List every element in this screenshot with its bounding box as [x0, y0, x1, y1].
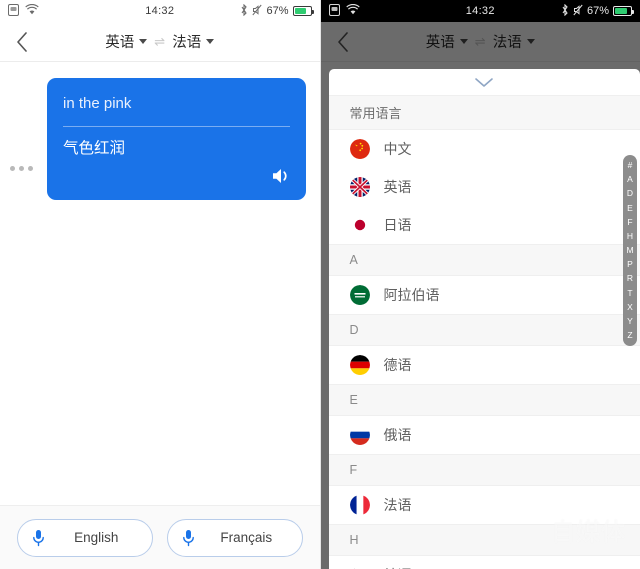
mic-button-source[interactable]: English: [16, 518, 153, 557]
index-letter[interactable]: P: [627, 258, 633, 271]
translated-text: 气色红润: [63, 140, 126, 157]
back-button[interactable]: [0, 31, 44, 52]
list-item[interactable]: 英语: [328, 168, 640, 206]
list-item[interactable]: 阿拉伯语: [328, 276, 640, 314]
list-item[interactable]: 法语: [328, 486, 640, 524]
translation-card[interactable]: in the pink 气色红润: [47, 78, 306, 200]
section-header-d: D: [328, 314, 640, 346]
list-item-label: 韩语: [384, 565, 412, 569]
list-item[interactable]: 德语: [328, 346, 640, 384]
chevron-down-icon: [139, 39, 148, 44]
status-bar-clock: 14:32: [465, 5, 495, 17]
flag-china-icon: [349, 139, 370, 159]
collapse-sheet-button[interactable]: [329, 69, 640, 95]
list-item-label: 德语: [383, 357, 412, 373]
list-item[interactable]: 韩语: [328, 556, 640, 569]
flag-germany-icon: [349, 355, 370, 375]
card-divider: [63, 126, 290, 127]
list-item-label: 法语: [383, 497, 412, 513]
target-language-button[interactable]: 法语: [172, 31, 215, 52]
list-item-label: 中文: [383, 141, 412, 157]
section-header-a: A: [328, 244, 640, 276]
battery-icon: [292, 6, 314, 16]
language-picker-sheet: 常用语言 中文 英语 日语 A 阿拉伯语 D 德语 E 俄语 F 法语 H 自媒…: [328, 69, 640, 569]
battery-icon: [613, 6, 634, 16]
common-languages-header: 常用语言: [328, 95, 640, 130]
index-letter[interactable]: Y: [627, 315, 633, 328]
index-letter[interactable]: R: [627, 272, 633, 285]
index-letter[interactable]: M: [626, 244, 633, 257]
list-item-label: 日语: [383, 217, 412, 233]
index-letter[interactable]: A: [627, 173, 633, 186]
chevron-down-icon: [206, 39, 215, 44]
chevron-down-icon: [475, 77, 494, 87]
index-letter[interactable]: #: [628, 159, 633, 172]
speaker-icon[interactable]: [271, 167, 293, 190]
list-item-label: 阿拉伯语: [383, 287, 440, 303]
screenshot-root: 14:32 67% 英语 ⇌ 法语 in the pink 气色红润 Engli…: [0, 0, 640, 569]
nav-header-left: 英语 ⇌ 法语: [0, 22, 320, 62]
status-bar-right: 14:32 67%: [320, 0, 640, 22]
phone-screen-language-picker: 14:32 67% 英语 ⇌: [320, 0, 640, 569]
microphone-icon: [182, 529, 194, 546]
source-language-label: 英语: [105, 35, 135, 51]
index-letter[interactable]: X: [627, 301, 633, 314]
phone-screen-translation: 14:32 67% 英语 ⇌ 法语 in the pink 气色红润 Engli…: [0, 0, 320, 569]
index-letter[interactable]: E: [627, 202, 633, 215]
flag-russia-icon: [349, 425, 370, 445]
chevron-left-icon: [17, 31, 27, 52]
flag-france-icon: [349, 495, 370, 515]
list-item[interactable]: 中文: [328, 130, 640, 168]
mic-button-target-label: Français: [220, 530, 273, 545]
section-header-h: H: [328, 524, 640, 556]
target-language-label: 法语: [172, 35, 202, 51]
flag-saudi-arabia-icon: [349, 285, 370, 305]
list-item-label: 俄语: [383, 427, 412, 443]
swap-horizontal-icon[interactable]: ⇌: [154, 34, 165, 50]
index-letter[interactable]: F: [627, 216, 632, 229]
index-letter[interactable]: H: [627, 230, 633, 243]
index-letter[interactable]: Z: [627, 329, 632, 342]
more-options-icon[interactable]: [10, 166, 33, 171]
microphone-icon: [32, 529, 44, 546]
mic-bar-left: English Français: [0, 505, 320, 569]
list-item[interactable]: 日语: [328, 206, 640, 244]
index-letter[interactable]: T: [627, 287, 632, 300]
mic-button-source-label: English: [74, 530, 119, 545]
flag-south-korea-icon: [350, 565, 370, 569]
source-language-button[interactable]: 英语: [105, 31, 148, 52]
conversation-area: in the pink 气色红润: [0, 62, 320, 200]
alphabet-index-bar[interactable]: # A D E F H M P R T X Y Z: [623, 155, 637, 347]
section-header-e: E: [328, 384, 640, 416]
flag-uk-icon: [349, 177, 370, 197]
section-header-f: F: [328, 454, 640, 486]
flag-japan-icon: [349, 215, 370, 235]
status-bar-clock: 14:32: [145, 5, 175, 17]
list-item[interactable]: 俄语: [328, 416, 640, 454]
list-item-label: 英语: [383, 179, 412, 195]
status-bar-left: 14:32 67%: [0, 0, 320, 22]
language-pair-selector: 英语 ⇌ 法语: [0, 31, 320, 52]
source-text: in the pink: [63, 95, 132, 112]
mic-button-target[interactable]: Français: [166, 518, 303, 557]
index-letter[interactable]: D: [627, 187, 633, 200]
